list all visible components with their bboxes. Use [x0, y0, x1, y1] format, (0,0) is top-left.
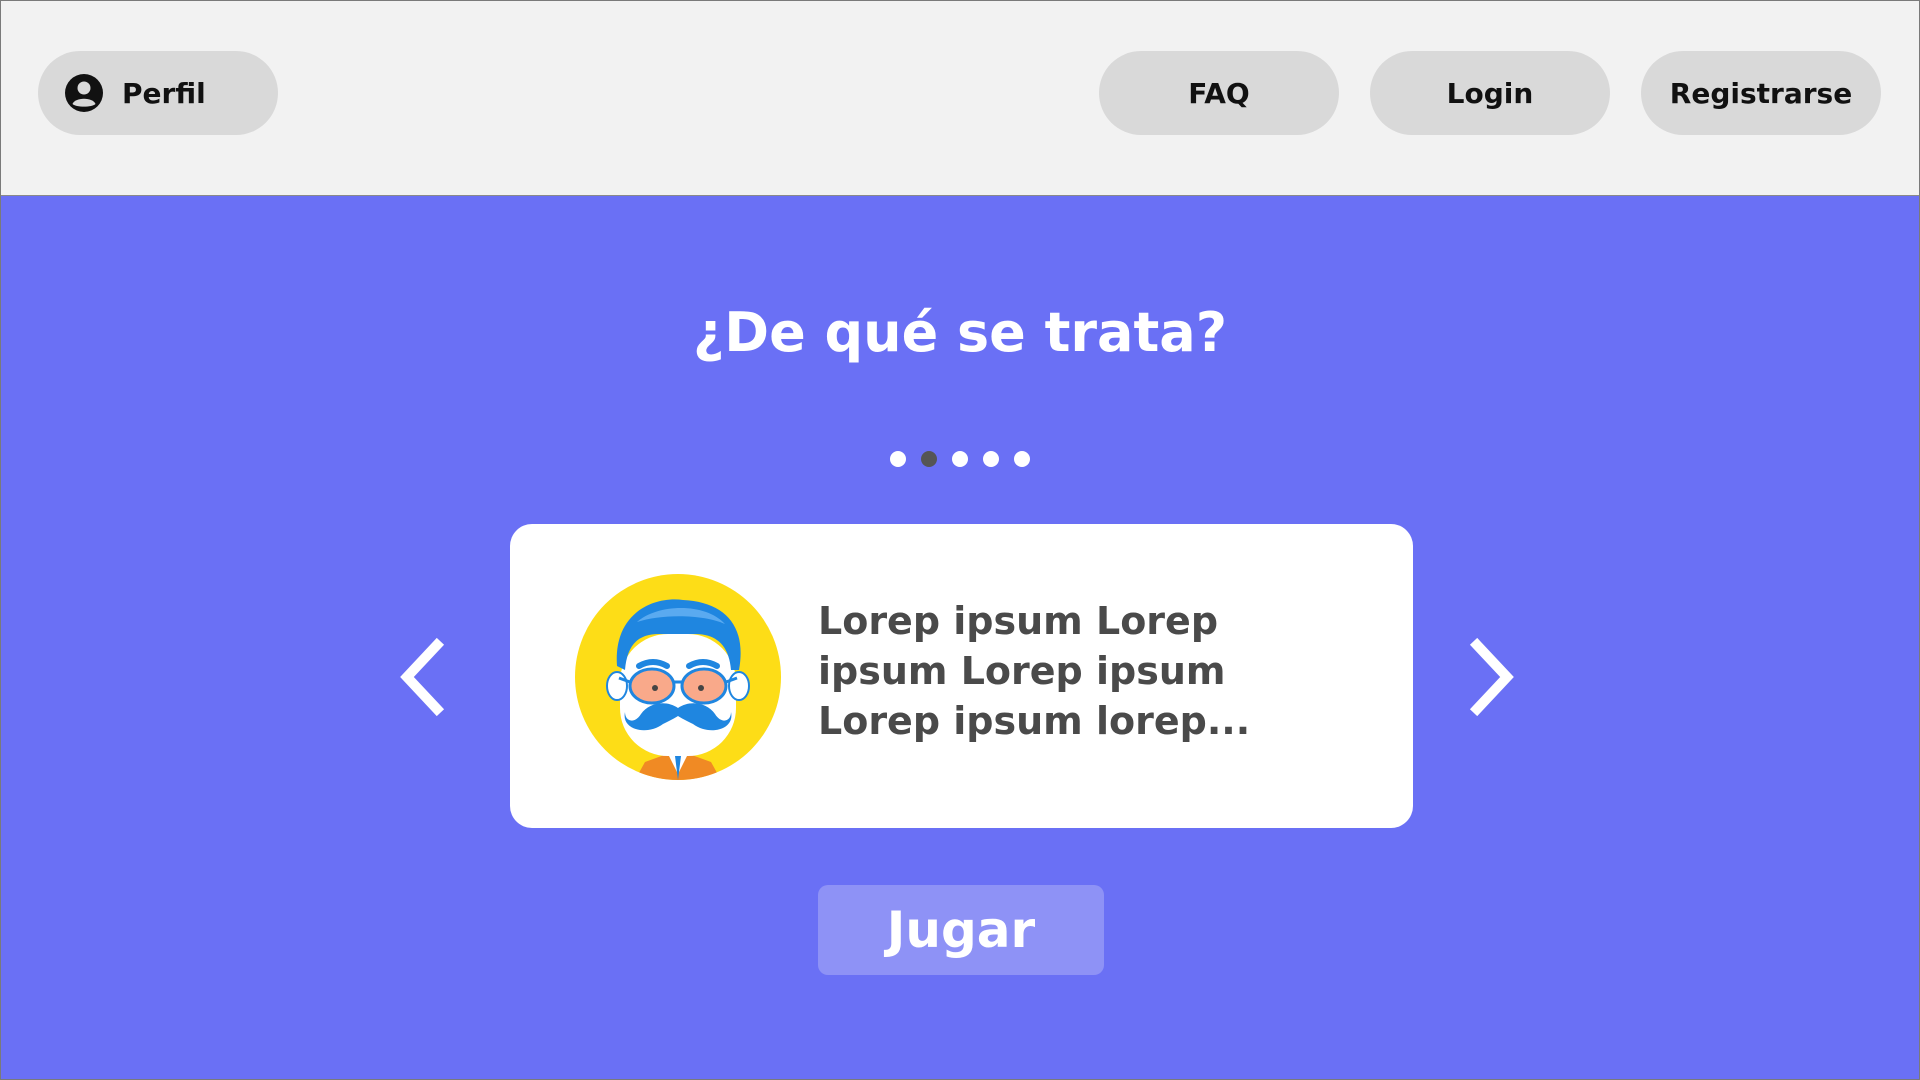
carousel-next-button[interactable]: [1463, 637, 1519, 717]
carousel-dot[interactable]: [983, 451, 999, 467]
user-circle-icon: [64, 73, 104, 113]
faq-button[interactable]: FAQ: [1099, 51, 1339, 135]
carousel-prev-button[interactable]: [395, 637, 451, 717]
profile-button[interactable]: Perfil: [38, 51, 278, 135]
register-button[interactable]: Registrarse: [1641, 51, 1881, 135]
register-label: Registrarse: [1669, 76, 1853, 110]
carousel-dot[interactable]: [952, 451, 968, 467]
login-button[interactable]: Login: [1370, 51, 1610, 135]
carousel-dot-active[interactable]: [921, 451, 937, 467]
top-header: Perfil FAQ Login Registrarse: [1, 1, 1919, 196]
carousel-card: Lorep ipsum Lorep ipsum Lorep ipsum Lore…: [510, 524, 1413, 828]
card-description: Lorep ipsum Lorep ipsum Lorep ipsum Lore…: [818, 599, 1251, 743]
chevron-left-icon: [400, 637, 445, 717]
page-title: ¿De qué se trata?: [692, 301, 1228, 364]
play-button[interactable]: Jugar: [818, 885, 1104, 975]
profile-label: Perfil: [122, 76, 206, 110]
carousel-pagination: [1, 451, 1919, 467]
carousel-dot[interactable]: [1014, 451, 1030, 467]
chevron-right-icon: [1469, 637, 1514, 717]
app-frame: Perfil FAQ Login Registrarse ¿De qué se …: [0, 0, 1920, 1080]
faq-label: FAQ: [1188, 76, 1250, 110]
mustached-man-illustration: [575, 574, 781, 780]
login-label: Login: [1446, 76, 1534, 110]
carousel-dot[interactable]: [890, 451, 906, 467]
play-label: Jugar: [886, 901, 1036, 959]
